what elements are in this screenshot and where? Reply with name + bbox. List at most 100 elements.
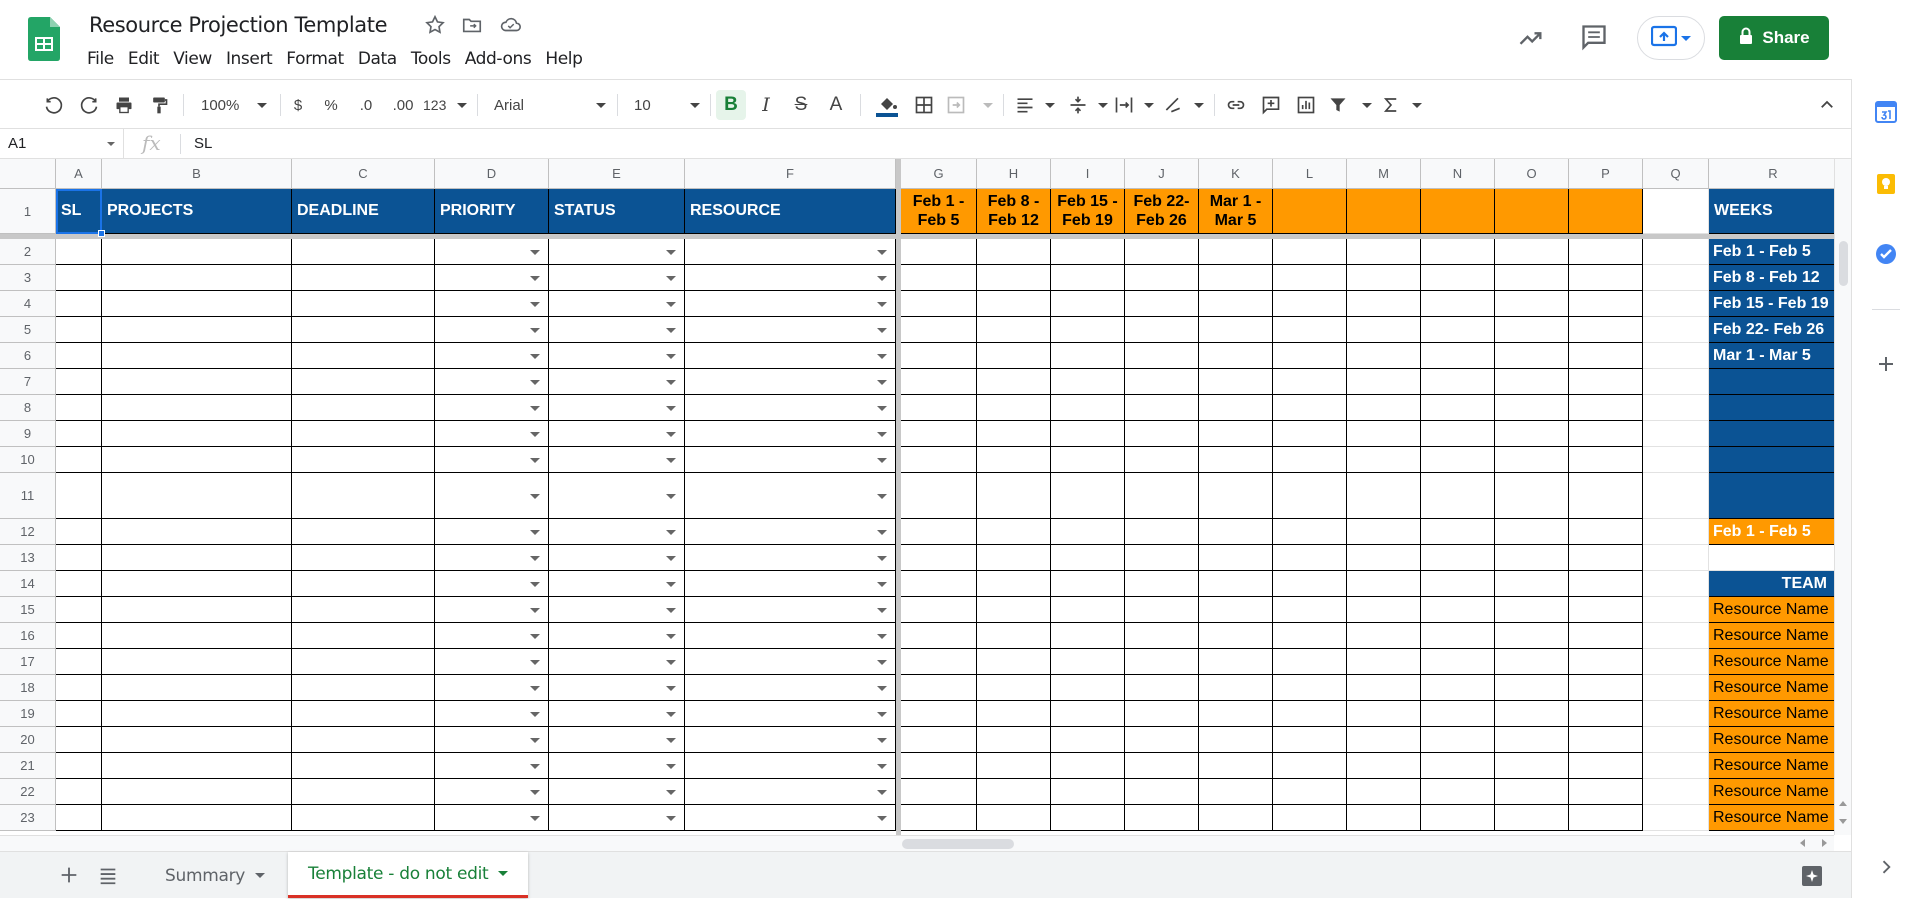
dropdown-cell[interactable] [685, 317, 896, 343]
chevron-down-icon[interactable] [666, 301, 676, 307]
team-resource-cell[interactable]: Resource Name [1709, 701, 1834, 727]
table-cell[interactable] [1643, 447, 1709, 473]
table-cell[interactable] [1421, 343, 1495, 369]
header-cell-status[interactable]: STATUS [549, 189, 685, 234]
chevron-down-icon[interactable] [877, 379, 887, 385]
team-title-cell[interactable]: TEAM [1709, 571, 1834, 597]
table-cell[interactable] [977, 343, 1051, 369]
column-header-k[interactable]: K [1199, 159, 1273, 189]
menu-format[interactable]: Format [279, 48, 351, 72]
team-resource-cell[interactable]: Resource Name [1709, 805, 1834, 831]
dropdown-cell[interactable] [435, 395, 549, 421]
table-cell[interactable] [1421, 291, 1495, 317]
dropdown-cell[interactable] [549, 571, 685, 597]
align-left-icon[interactable] [1015, 90, 1055, 120]
borders-icon[interactable] [910, 90, 938, 120]
weeks-list-empty[interactable] [1709, 447, 1834, 473]
dropdown-cell[interactable] [549, 473, 685, 519]
merge-cells-icon[interactable] [945, 90, 993, 120]
table-cell[interactable] [1347, 395, 1421, 421]
table-cell[interactable] [1569, 291, 1643, 317]
table-cell[interactable] [1347, 753, 1421, 779]
table-cell[interactable] [1495, 779, 1569, 805]
table-cell[interactable] [1495, 675, 1569, 701]
table-cell[interactable] [1643, 805, 1709, 831]
dropdown-cell[interactable] [549, 779, 685, 805]
fill-handle[interactable] [98, 230, 105, 237]
table-cell[interactable] [977, 291, 1051, 317]
dropdown-cell[interactable] [549, 649, 685, 675]
table-cell[interactable] [1273, 473, 1347, 519]
scroll-up-icon[interactable] [1839, 801, 1847, 806]
header-cell-deadline[interactable]: DEADLINE [292, 189, 435, 234]
dropdown-cell[interactable] [435, 571, 549, 597]
table-cell[interactable] [1051, 623, 1125, 649]
dropdown-cell[interactable] [435, 473, 549, 519]
table-cell[interactable] [1569, 727, 1643, 753]
table-cell[interactable] [1421, 805, 1495, 831]
table-cell[interactable] [1273, 779, 1347, 805]
table-cell[interactable] [977, 369, 1051, 395]
table-cell[interactable] [1421, 473, 1495, 519]
chevron-down-icon[interactable] [530, 275, 540, 281]
row-header-2[interactable]: 2 [0, 239, 56, 265]
table-cell[interactable] [1347, 701, 1421, 727]
table-cell[interactable] [56, 675, 102, 701]
table-cell[interactable] [1199, 395, 1273, 421]
table-cell[interactable] [901, 727, 977, 753]
table-cell[interactable] [292, 675, 435, 701]
chevron-down-icon[interactable] [666, 711, 676, 717]
table-cell[interactable] [292, 805, 435, 831]
chevron-down-icon[interactable] [877, 763, 887, 769]
table-cell[interactable] [1199, 519, 1273, 545]
chevron-down-icon[interactable] [530, 493, 540, 499]
horizontal-scroll-thumb[interactable] [902, 839, 1014, 849]
chevron-down-icon[interactable] [666, 457, 676, 463]
table-cell[interactable] [56, 239, 102, 265]
week-header-empty-p[interactable] [1569, 189, 1643, 234]
table-cell[interactable] [102, 421, 292, 447]
row-header-22[interactable]: 22 [0, 779, 56, 805]
row-header-20[interactable]: 20 [0, 727, 56, 753]
share-button[interactable]: Share [1719, 16, 1829, 60]
dropdown-cell[interactable] [549, 343, 685, 369]
document-title[interactable]: Resource Projection Template [89, 13, 388, 37]
table-cell[interactable] [1273, 265, 1347, 291]
table-cell[interactable] [102, 239, 292, 265]
dropdown-cell[interactable] [435, 317, 549, 343]
chevron-down-icon[interactable] [530, 685, 540, 691]
chevron-down-icon[interactable] [666, 379, 676, 385]
table-cell[interactable] [1199, 727, 1273, 753]
chevron-down-icon[interactable] [530, 301, 540, 307]
row-header-14[interactable]: 14 [0, 571, 56, 597]
font-size-select[interactable]: 10 [626, 90, 700, 120]
table-cell[interactable] [1199, 317, 1273, 343]
table-cell[interactable] [292, 597, 435, 623]
dropdown-cell[interactable] [685, 597, 896, 623]
star-icon[interactable] [424, 14, 446, 36]
table-cell[interactable] [977, 395, 1051, 421]
table-cell[interactable] [1273, 571, 1347, 597]
paint-format-icon[interactable] [145, 90, 173, 120]
team-resource-cell[interactable]: Resource Name [1709, 727, 1834, 753]
table-cell[interactable] [1125, 675, 1199, 701]
vertical-scroll-thumb[interactable] [1839, 241, 1848, 286]
dropdown-cell[interactable] [685, 571, 896, 597]
table-cell[interactable] [1125, 597, 1199, 623]
table-cell[interactable] [1125, 395, 1199, 421]
chevron-down-icon[interactable] [666, 353, 676, 359]
filter-icon[interactable] [1328, 90, 1372, 120]
chevron-down-icon[interactable] [877, 789, 887, 795]
keep-notes-icon[interactable] [1874, 172, 1898, 196]
dropdown-cell[interactable] [435, 753, 549, 779]
table-cell[interactable] [1643, 727, 1709, 753]
table-cell[interactable] [1125, 317, 1199, 343]
dropdown-cell[interactable] [549, 239, 685, 265]
weeks-list-item[interactable]: Mar 1 - Mar 5 [1709, 343, 1834, 369]
column-header-g[interactable]: G [901, 159, 977, 189]
vertical-align-icon[interactable] [1068, 90, 1108, 120]
table-cell[interactable] [1199, 473, 1273, 519]
menu-edit[interactable]: Edit [121, 48, 166, 72]
table-cell[interactable] [1709, 545, 1834, 571]
table-cell[interactable] [901, 369, 977, 395]
